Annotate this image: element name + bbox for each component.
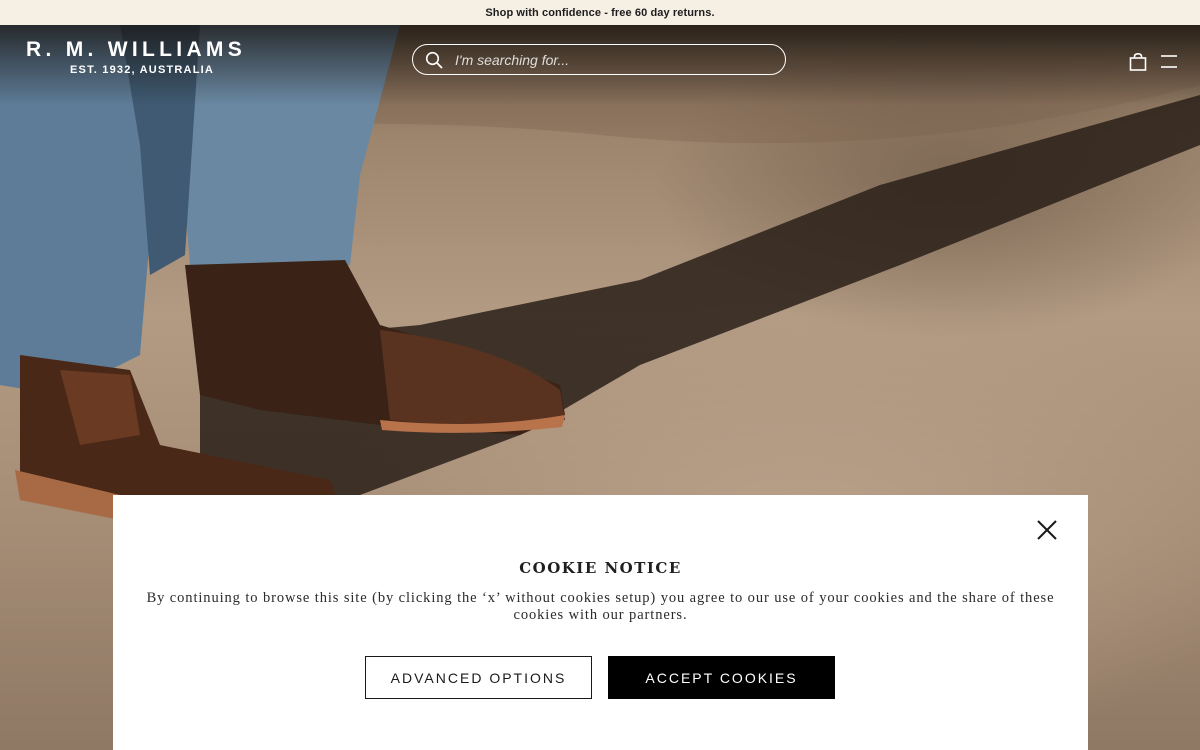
cookie-body: By continuing to browse this site (by cl… <box>146 590 1055 623</box>
site-header: R. M. WILLIAMS EST. 1932, AUSTRALIA <box>0 25 1200 97</box>
hamburger-menu-icon[interactable] <box>1159 53 1179 71</box>
logo-brand: R. M. WILLIAMS <box>26 38 247 61</box>
cookie-notice: COOKIE NOTICE By continuing to browse th… <box>113 495 1088 750</box>
close-icon[interactable] <box>1035 518 1059 542</box>
search-input[interactable] <box>455 51 785 68</box>
cookie-title: COOKIE NOTICE <box>519 559 682 577</box>
search-bar[interactable] <box>412 44 786 75</box>
advanced-options-button[interactable]: ADVANCED OPTIONS <box>365 656 592 699</box>
promo-text: Shop with confidence - free 60 day retur… <box>485 6 715 19</box>
search-icon[interactable] <box>413 44 455 75</box>
page: Shop with confidence - free 60 day retur… <box>0 0 1200 750</box>
promo-bar: Shop with confidence - free 60 day retur… <box>0 0 1200 25</box>
shopping-bag-icon[interactable] <box>1128 52 1148 72</box>
accept-cookies-button[interactable]: ACCEPT COOKIES <box>608 656 835 699</box>
logo[interactable]: R. M. WILLIAMS EST. 1932, AUSTRALIA <box>26 39 276 79</box>
logo-tagline: EST. 1932, AUSTRALIA <box>70 64 215 76</box>
